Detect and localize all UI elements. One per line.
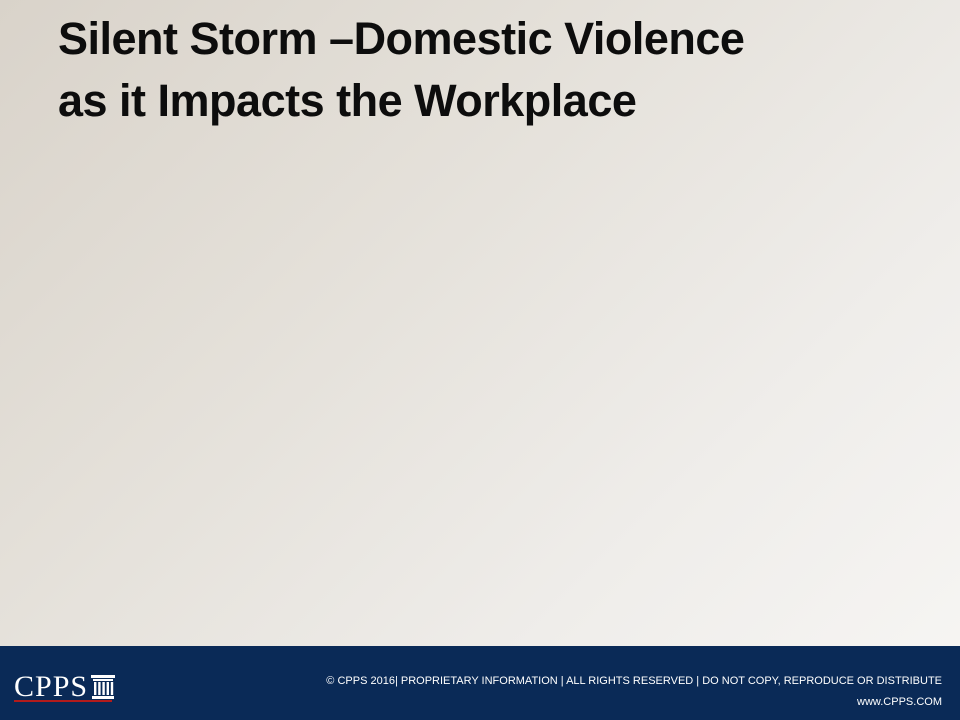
logo-text: CPPS [14,670,89,703]
logo-underline [14,700,112,702]
slide-title-line-1: Silent Storm –Domestic Violence [58,13,745,64]
slide-title: Silent Storm –Domestic Violence as it Im… [58,8,938,132]
cpps-logo: CPPS [14,668,116,702]
pillar-icon [91,675,116,699]
footer-bar: CPPS © CPPS 2016| PROPRIETARY INFORMATIO… [0,646,960,720]
copyright-notice: © CPPS 2016| PROPRIETARY INFORMATION | A… [326,675,942,687]
slide: Silent Storm –Domestic Violence as it Im… [0,0,960,720]
slide-title-line-2: as it Impacts the Workplace [58,75,637,126]
website-link[interactable]: www.CPPS.COM [857,695,942,709]
